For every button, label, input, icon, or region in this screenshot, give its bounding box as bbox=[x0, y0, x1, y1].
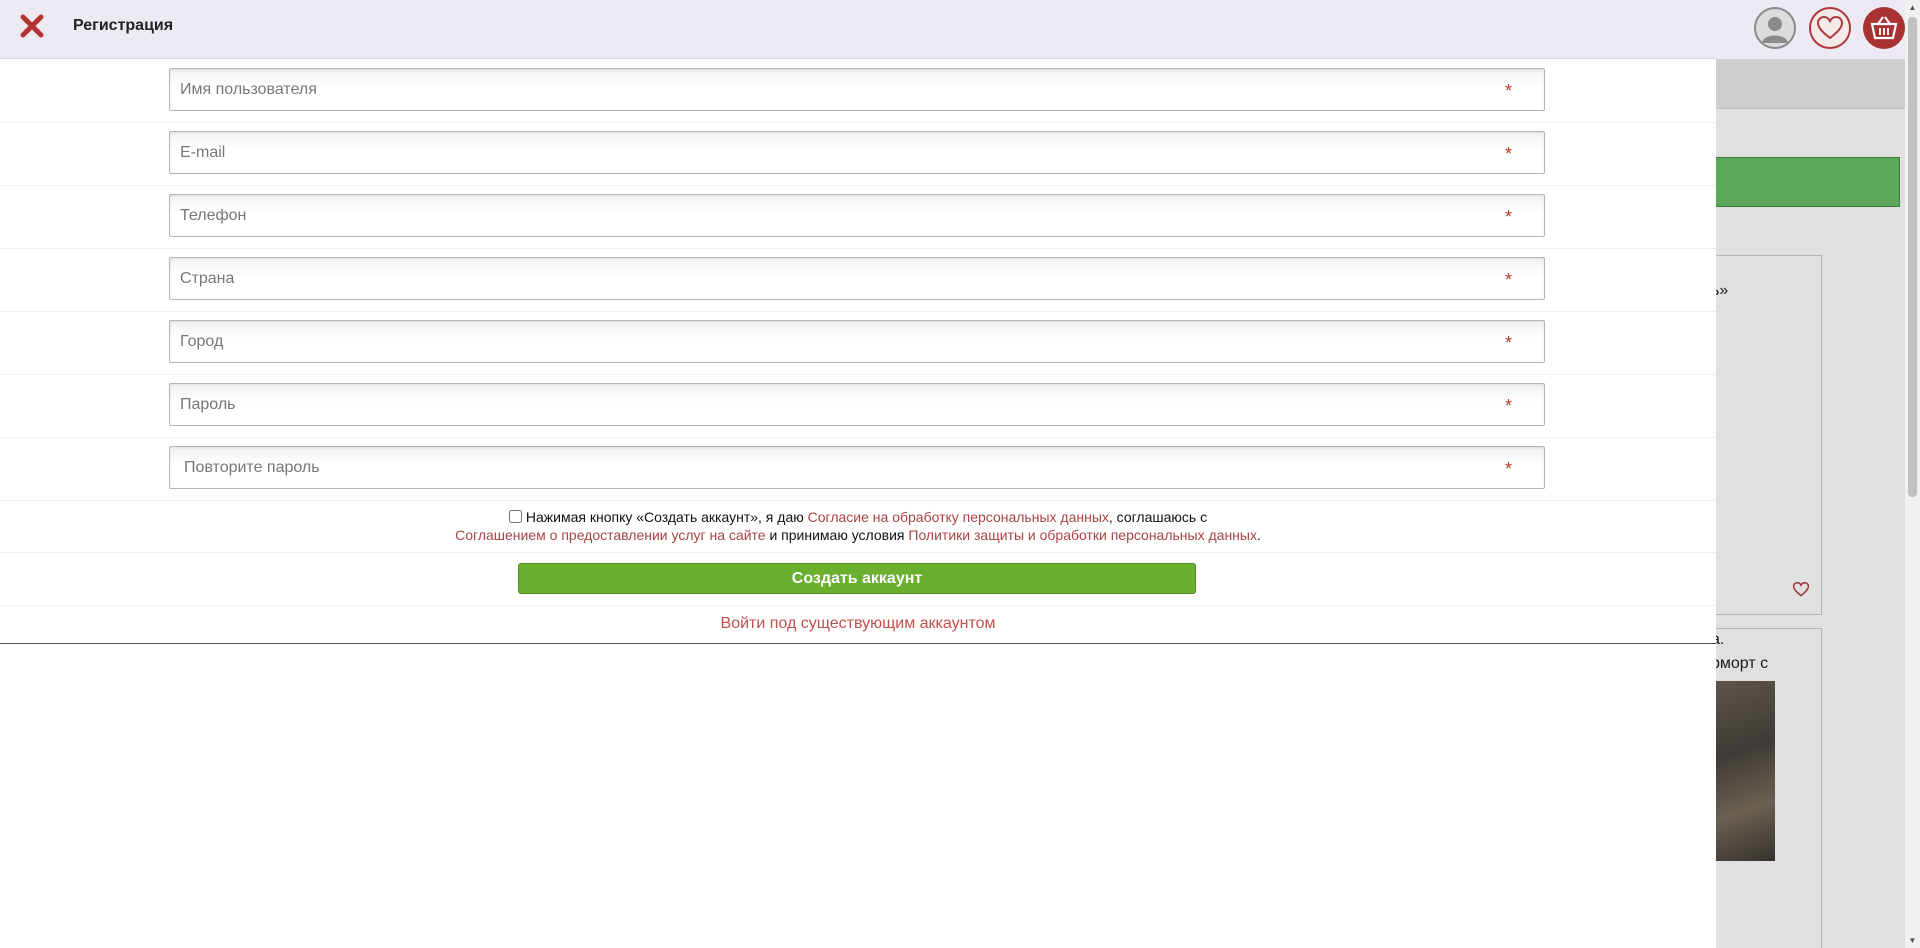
password-repeat-field-box: * bbox=[169, 446, 1545, 489]
scroll-thumb[interactable] bbox=[1908, 17, 1917, 497]
country-field-box: * bbox=[169, 257, 1545, 300]
consent-line-1: Нажимая кнопку «Создать аккаунт», я даю … bbox=[0, 508, 1716, 526]
username-input[interactable] bbox=[170, 69, 1544, 110]
privacy-policy-link[interactable]: Политики защиты и обработки персональных… bbox=[908, 527, 1257, 543]
password-input[interactable] bbox=[170, 384, 1544, 425]
consent-text: и принимаю условия bbox=[765, 527, 909, 543]
personal-data-consent-link[interactable]: Согласие на обработку персональных данны… bbox=[808, 509, 1109, 525]
form-row-country: * bbox=[0, 249, 1716, 312]
service-agreement-link[interactable]: Соглашением о предоставлении услуг на са… bbox=[455, 527, 765, 543]
password-field-box: * bbox=[169, 383, 1545, 426]
favorite-heart-icon[interactable] bbox=[1792, 581, 1810, 602]
phone-input[interactable] bbox=[170, 195, 1544, 236]
consent-line-2: Соглашением о предоставлении услуг на са… bbox=[0, 526, 1716, 544]
required-mark: * bbox=[1504, 396, 1512, 416]
green-banner bbox=[1715, 157, 1900, 207]
city-input[interactable] bbox=[170, 321, 1544, 362]
login-existing-account-link[interactable]: Войти под существующим аккаунтом bbox=[721, 615, 996, 633]
heart-icon[interactable] bbox=[1809, 7, 1851, 49]
city-field-box: * bbox=[169, 320, 1545, 363]
email-field-box: * bbox=[169, 131, 1545, 174]
scroll-up-icon[interactable]: ▲ bbox=[1905, 0, 1920, 15]
modal-header: Регистрация bbox=[0, 0, 1716, 59]
form-row-password: * bbox=[0, 375, 1716, 438]
submit-row: Создать аккаунт bbox=[0, 553, 1716, 606]
form-row-phone: * bbox=[0, 186, 1716, 249]
email-input[interactable] bbox=[170, 132, 1544, 173]
create-account-button[interactable]: Создать аккаунт bbox=[518, 563, 1196, 594]
username-field-box: * bbox=[169, 68, 1545, 111]
form-row-city: * bbox=[0, 312, 1716, 375]
consent-block: Нажимая кнопку «Создать аккаунт», я даю … bbox=[0, 500, 1716, 553]
site-nav-bar bbox=[1716, 59, 1905, 109]
form-row-password-repeat: * bbox=[0, 438, 1716, 501]
registration-modal: Регистрация * * * * * * bbox=[0, 0, 1716, 948]
modal-title: Регистрация bbox=[73, 17, 174, 34]
consent-text: Нажимая кнопку «Создать аккаунт», я даю bbox=[525, 509, 808, 525]
form-row-username: * bbox=[0, 60, 1716, 123]
scroll-down-icon[interactable]: ▼ bbox=[1905, 933, 1920, 948]
required-mark: * bbox=[1504, 333, 1512, 353]
required-mark: * bbox=[1504, 459, 1512, 479]
user-icon[interactable] bbox=[1754, 7, 1796, 49]
required-mark: * bbox=[1504, 207, 1512, 227]
phone-field-box: * bbox=[169, 194, 1545, 237]
basket-icon[interactable] bbox=[1863, 7, 1905, 49]
form-row-email: * bbox=[0, 123, 1716, 186]
consent-text: . bbox=[1256, 527, 1261, 543]
required-mark: * bbox=[1504, 81, 1512, 101]
password-repeat-input[interactable] bbox=[170, 447, 1544, 488]
card-text: рморт с bbox=[1711, 655, 1769, 672]
consent-text: , соглашаюсь с bbox=[1108, 509, 1208, 525]
required-mark: * bbox=[1504, 270, 1512, 290]
product-image bbox=[1711, 681, 1775, 861]
login-row: Войти под существующим аккаунтом bbox=[0, 606, 1716, 644]
close-icon[interactable] bbox=[18, 12, 46, 42]
scrollbar[interactable]: ▲ ▼ bbox=[1905, 0, 1920, 948]
consent-checkbox[interactable] bbox=[508, 510, 522, 523]
country-input[interactable] bbox=[170, 258, 1544, 299]
required-mark: * bbox=[1504, 144, 1512, 164]
